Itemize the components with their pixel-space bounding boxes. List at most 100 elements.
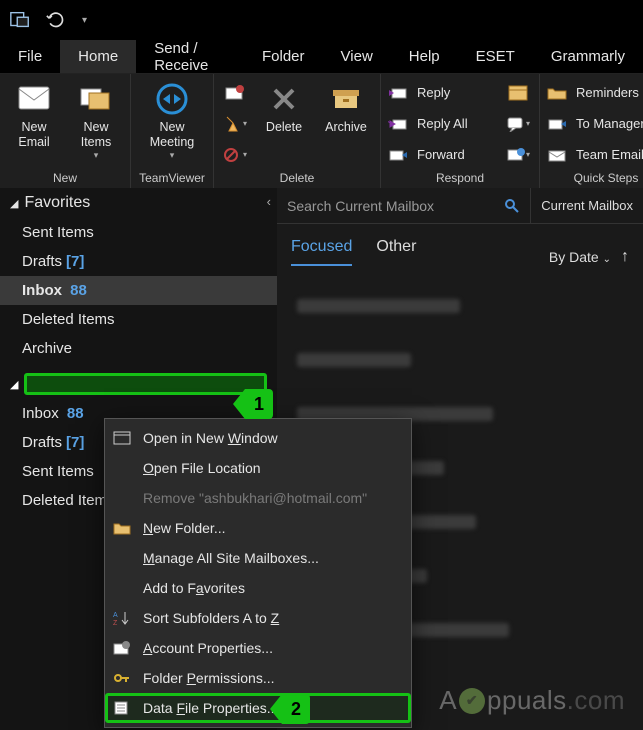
ctx-new-folder[interactable]: New Folder... [105, 513, 411, 543]
group-label-quicksteps: Quick Steps [546, 169, 643, 188]
wm-text: A [439, 685, 457, 716]
undo-button[interactable] [42, 6, 70, 34]
teamviewer-icon [155, 82, 189, 116]
new-meeting-button[interactable]: New Meeting ▾ [137, 78, 207, 169]
ignore-button[interactable] [220, 80, 250, 106]
group-quicksteps: Reminders To Manager Team Email Quick St… [540, 74, 643, 188]
reply-label: Reply [417, 85, 450, 100]
ctx-add-favorites[interactable]: Add to Favorites [105, 573, 411, 603]
search-scope-button[interactable]: Current Mailbox [531, 188, 643, 223]
forward-button[interactable]: Forward [387, 142, 497, 168]
archive-button[interactable]: Archive [318, 78, 374, 169]
quickstep-teamemail[interactable]: Team Email [546, 142, 643, 168]
group-label-respond: Respond [387, 169, 533, 188]
envelope-icon [17, 82, 51, 116]
inbox-tabs: Focused Other [291, 238, 416, 266]
quickstep-label: To Manager [576, 116, 643, 131]
new-items-button[interactable]: New Items ▾ [68, 78, 124, 169]
ctx-label: Data File Properties... [143, 700, 278, 716]
ctx-label: New Folder... [143, 520, 226, 536]
search-icon[interactable] [504, 198, 520, 214]
ctx-remove-account: Remove "ashbukhari@hotmail.com" [105, 483, 411, 513]
fav-archive[interactable]: Archive [0, 334, 277, 363]
tab-home[interactable]: Home [60, 40, 136, 73]
fav-inbox[interactable]: Inbox 88 [0, 276, 277, 305]
chevron-down-icon: ▾ [94, 150, 99, 161]
ctx-data-file-properties[interactable]: Data File Properties... [105, 693, 411, 723]
ribbon: New Email New Items ▾ New New Meeting ▾ … [0, 74, 643, 188]
tab-help[interactable]: Help [391, 40, 458, 73]
sort-direction-button[interactable]: ↑ [621, 248, 629, 266]
sort-button[interactable]: By Date ⌄ [549, 249, 611, 265]
ctx-account-properties[interactable]: Account Properties... [105, 633, 411, 663]
caret-down-icon: ◢ [10, 378, 18, 391]
new-email-button[interactable]: New Email [6, 78, 62, 169]
sort-az-icon: AZ [111, 608, 133, 628]
ctx-label: Manage All Site Mailboxes... [143, 550, 319, 566]
tab-folder[interactable]: Folder [244, 40, 323, 73]
delete-icon [267, 82, 301, 116]
forward-icon [387, 146, 409, 164]
ctx-label: Account Properties... [143, 640, 273, 656]
favorites-label: Favorites [24, 194, 90, 212]
reply-button[interactable]: Reply [387, 80, 497, 106]
ctx-label: Sort Subfolders A to Z [143, 610, 279, 626]
count-badge: [7] [66, 434, 84, 451]
ctx-label: Open in New Window [143, 430, 278, 446]
tab-grammarly[interactable]: Grammarly [533, 40, 643, 73]
ctx-open-file-location[interactable]: Open File Location [105, 453, 411, 483]
ctx-manage-mailboxes[interactable]: Manage All Site Mailboxes... [105, 543, 411, 573]
ctx-folder-permissions[interactable]: Folder Permissions... [105, 663, 411, 693]
callout-marker-1: 1 [245, 389, 273, 419]
folder-label: Inbox [22, 282, 62, 299]
ctx-label: Folder Permissions... [143, 670, 275, 686]
fav-deleted-items[interactable]: Deleted Items [0, 305, 277, 334]
redacted-text [297, 299, 460, 313]
meeting-button[interactable] [503, 80, 533, 106]
folder-icon [546, 84, 568, 102]
quickstep-reminders[interactable]: Reminders [546, 80, 643, 106]
search-input[interactable]: Search Current Mailbox [277, 188, 531, 223]
tab-view[interactable]: View [323, 40, 391, 73]
tab-send-receive[interactable]: Send / Receive [136, 40, 244, 73]
reply-all-button[interactable]: Reply All [387, 111, 497, 137]
more-respond-button[interactable]: ▾ [503, 142, 533, 168]
ctx-sort-subfolders[interactable]: AZ Sort Subfolders A to Z [105, 603, 411, 633]
message-item[interactable] [287, 336, 633, 384]
delete-label: Delete [266, 120, 302, 135]
tab-file[interactable]: File [0, 40, 60, 73]
folder-label: Drafts [22, 434, 62, 451]
new-items-icon [79, 82, 113, 116]
fav-drafts[interactable]: Drafts[7] [0, 247, 277, 276]
wm-text: ppuals [487, 685, 567, 716]
redacted-text [297, 353, 411, 367]
junk-button[interactable]: ▾ [220, 142, 250, 168]
properties-icon [111, 698, 133, 718]
chevron-down-icon: ⌄ [603, 254, 611, 265]
tab-eset[interactable]: ESET [458, 40, 533, 73]
count-badge: [7] [66, 253, 84, 270]
group-respond: Reply Reply All Forward ▾ ▾ Respond [381, 74, 540, 188]
message-item[interactable] [287, 282, 633, 330]
blank-icon [111, 578, 133, 598]
tab-other[interactable]: Other [376, 238, 416, 266]
delete-button[interactable]: Delete [256, 78, 312, 169]
collapse-button[interactable]: ‹ [267, 194, 271, 209]
quickstep-tomanager[interactable]: To Manager [546, 111, 643, 137]
group-label-new: New [6, 169, 124, 188]
forward-label: Forward [417, 147, 465, 162]
qat-dropdown[interactable]: ▾ [78, 15, 91, 26]
ctx-open-new-window[interactable]: Open in New Window [105, 423, 411, 453]
tab-focused[interactable]: Focused [291, 238, 352, 266]
count-badge: 88 [70, 282, 87, 299]
fav-sent-items[interactable]: Sent Items [0, 218, 277, 247]
favorites-header[interactable]: ◢ Favorites [0, 188, 277, 218]
cleanup-button[interactable]: ▾ [220, 111, 250, 137]
ctx-label: Open File Location [143, 460, 261, 476]
blank-icon [111, 458, 133, 478]
new-meeting-label: New Meeting [150, 120, 194, 150]
quickstep-label: Reminders [576, 85, 639, 100]
im-button[interactable]: ▾ [503, 111, 533, 137]
ribbon-tabs: File Home Send / Receive Folder View Hel… [0, 40, 643, 74]
group-teamviewer: New Meeting ▾ TeamViewer [131, 74, 214, 188]
